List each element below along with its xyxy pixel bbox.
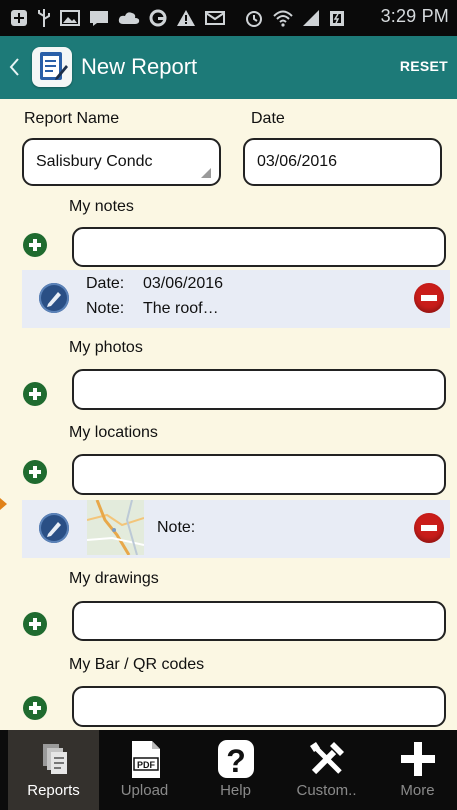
bottom-tab-bar: Reports PDF Upload ? Help Custom.. More — [0, 730, 457, 810]
cloud-icon — [118, 12, 140, 24]
tab-more[interactable]: More — [372, 730, 457, 810]
photos-input[interactable] — [72, 369, 446, 410]
edit-location-button[interactable] — [39, 513, 69, 543]
alarm-icon — [246, 11, 262, 27]
report-name-value: Salisbury Condc — [36, 153, 153, 170]
dropdown-corner-icon — [201, 168, 211, 178]
chevron-left-icon[interactable] — [6, 55, 24, 79]
locations-input[interactable] — [72, 454, 446, 495]
tab-reports-label: Reports — [27, 782, 80, 799]
svg-text:?: ? — [226, 743, 246, 779]
add-notification-icon — [11, 10, 27, 26]
report-form: Report Name Date Salisbury Condc 03/06/2… — [0, 99, 457, 730]
scroll-marker-icon — [0, 498, 7, 510]
reset-button[interactable]: RESET — [400, 58, 448, 74]
wifi-icon — [273, 10, 293, 27]
report-name-label: Report Name — [24, 110, 120, 127]
codes-label: My Bar / QR codes — [69, 656, 205, 673]
notes-input[interactable] — [72, 227, 446, 267]
map-thumbnail[interactable] — [87, 500, 144, 555]
plus-icon — [397, 738, 439, 780]
tools-icon — [306, 738, 348, 780]
location-note-label: Note: — [157, 519, 196, 536]
battery-icon — [330, 11, 344, 26]
edit-note-button[interactable] — [39, 283, 69, 313]
report-name-select[interactable]: Salisbury Condc — [22, 138, 221, 186]
email-icon — [205, 11, 225, 25]
sync-icon — [149, 9, 167, 27]
notes-label: My notes — [69, 198, 134, 215]
locations-label: My locations — [69, 424, 158, 441]
message-icon — [90, 11, 108, 26]
date-field[interactable]: 03/06/2016 — [243, 138, 442, 186]
tab-upload[interactable]: PDF Upload — [99, 730, 190, 810]
warning-icon — [177, 10, 195, 26]
note-date-value: 03/06/2016 — [143, 275, 224, 292]
add-note-button[interactable] — [23, 233, 47, 257]
page-title: New Report — [81, 54, 198, 79]
date-value: 03/06/2016 — [257, 153, 338, 170]
remove-location-button[interactable] — [414, 513, 444, 543]
tab-more-label: More — [400, 782, 435, 799]
add-location-button[interactable] — [23, 460, 47, 484]
date-label: Date — [251, 110, 285, 127]
svg-text:PDF: PDF — [137, 760, 156, 770]
add-code-button[interactable] — [23, 696, 47, 720]
note-date-label: Date: — [86, 275, 125, 292]
tab-help-label: Help — [220, 782, 251, 799]
add-photo-button[interactable] — [23, 382, 47, 406]
status-icons — [10, 7, 345, 29]
drawings-input[interactable] — [72, 601, 446, 641]
note-text-value: The roof… — [143, 300, 219, 317]
status-clock: 3:29 PM — [380, 6, 449, 26]
reports-icon — [33, 738, 75, 780]
pdf-upload-icon: PDF — [124, 738, 166, 780]
photos-label: My photos — [69, 339, 143, 356]
note-entry[interactable]: Date: 03/06/2016 Note: The roof… — [22, 270, 450, 328]
tab-custom-label: Custom.. — [296, 782, 357, 799]
note-text-label: Note: — [86, 300, 125, 317]
gallery-icon — [60, 10, 80, 26]
help-icon: ? — [215, 738, 257, 780]
remove-note-button[interactable] — [414, 283, 444, 313]
codes-input[interactable] — [72, 686, 446, 727]
drawings-label: My drawings — [69, 570, 159, 587]
usb-icon — [38, 9, 50, 27]
tab-reports[interactable]: Reports — [8, 730, 99, 810]
action-bar: New Report RESET — [0, 36, 457, 99]
add-drawing-button[interactable] — [23, 612, 47, 636]
tab-custom[interactable]: Custom.. — [281, 730, 372, 810]
tab-upload-label: Upload — [120, 782, 169, 799]
tab-help[interactable]: ? Help — [190, 730, 281, 810]
location-entry[interactable]: Note: — [22, 500, 450, 558]
report-app-icon[interactable] — [32, 47, 72, 87]
status-bar: 3:29 PM — [0, 0, 457, 36]
signal-icon — [303, 10, 319, 26]
